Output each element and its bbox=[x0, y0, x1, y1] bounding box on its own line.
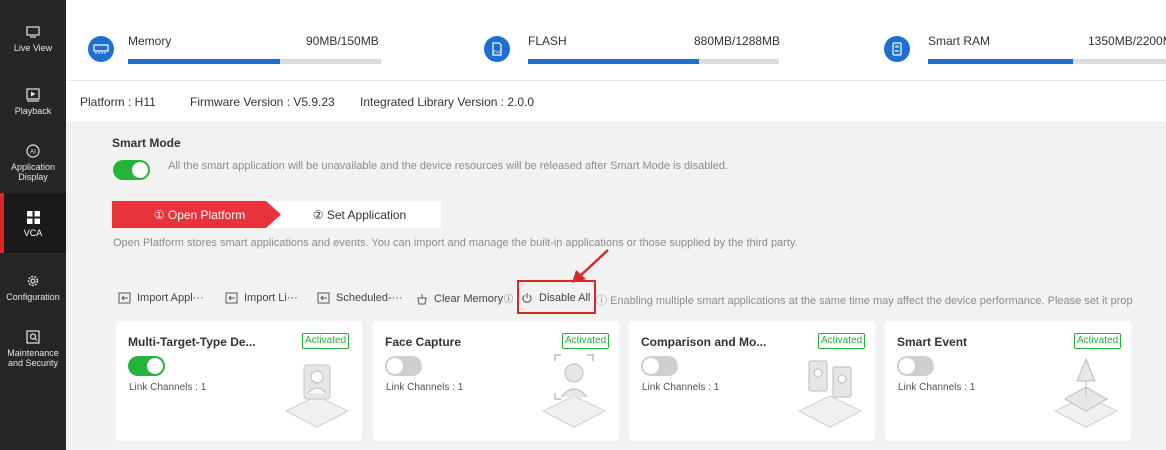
clear-memory-button[interactable]: Clear Memory ⓘ bbox=[416, 292, 513, 305]
vca-main-panel: Smart Mode All the smart application wil… bbox=[66, 122, 1166, 450]
broom-icon bbox=[417, 293, 427, 304]
library-info: Integrated Library Version : 2.0.0 bbox=[360, 95, 535, 109]
smart-ram-label: Smart RAM bbox=[928, 34, 991, 48]
firmware-info: Firmware Version : V5.9.23 bbox=[190, 95, 335, 109]
status-badge: Activated bbox=[562, 333, 610, 349]
platform-info: Platform : H11 bbox=[80, 95, 156, 109]
svg-text:AI: AI bbox=[30, 150, 36, 156]
scheduled-label: Scheduled-··· bbox=[336, 292, 403, 304]
link-channels: Link Channels : 1 bbox=[642, 382, 720, 393]
open-platform-description: Open Platform stores smart applications … bbox=[113, 237, 798, 249]
warning-text: Enabling multiple smart applications at … bbox=[610, 295, 1133, 307]
highlight-box bbox=[517, 280, 596, 314]
step-set-application[interactable]: ② Set Application bbox=[266, 201, 441, 228]
flash-usage-bar bbox=[528, 59, 779, 64]
info-icon: ⓘ bbox=[596, 295, 611, 307]
memory-label: Memory bbox=[128, 34, 172, 48]
nav-configuration[interactable]: Configuration bbox=[0, 273, 66, 302]
card-title: Face Capture bbox=[385, 335, 462, 349]
nav-live-view[interactable]: Live View bbox=[0, 24, 66, 53]
grid-icon bbox=[25, 209, 41, 225]
link-channels: Link Channels : 1 bbox=[129, 382, 207, 393]
card-title: Comparison and Mo... bbox=[641, 335, 767, 349]
smart-mode-title: Smart Mode bbox=[112, 136, 181, 150]
play-icon bbox=[25, 87, 41, 103]
smart-ram-resource: Smart RAM 1350MB/2200MB bbox=[884, 0, 1166, 80]
toggle-knob bbox=[899, 358, 915, 374]
clear-memory-label: Clear Memory bbox=[434, 292, 504, 305]
card-title: Multi-Target-Type De... bbox=[128, 335, 256, 349]
flash-icon: FLA bbox=[484, 36, 510, 62]
nav-label: VCA bbox=[23, 228, 43, 238]
ai-icon: AI bbox=[25, 143, 41, 159]
flash-value: 880MB/1288MB bbox=[694, 34, 781, 48]
nav-application-display[interactable]: AI Application Display bbox=[0, 143, 66, 182]
import-application-label: Import Appl··· bbox=[137, 292, 204, 304]
smart-event-illustration-icon bbox=[1053, 357, 1119, 428]
link-channels: Link Channels : 1 bbox=[898, 382, 976, 393]
status-badge: Activated bbox=[818, 333, 866, 349]
nav-playback[interactable]: Playback bbox=[0, 87, 66, 116]
smart-mode-description: All the smart application will be unavai… bbox=[168, 160, 729, 172]
info-icon: ⓘ bbox=[504, 294, 514, 304]
smart-mode-toggle[interactable] bbox=[113, 160, 150, 180]
nav-label: Maintenance and Security bbox=[7, 348, 59, 368]
step-open-platform[interactable]: ① Open Platform bbox=[112, 201, 287, 228]
status-badge: Activated bbox=[1074, 333, 1122, 349]
memory-value: 90MB/150MB bbox=[306, 34, 379, 48]
comparison-illustration-icon bbox=[797, 360, 863, 428]
import-icon bbox=[225, 292, 238, 304]
import-icon bbox=[317, 292, 330, 304]
status-badge: Activated bbox=[302, 333, 350, 349]
resource-header: Memory 90MB/150MB FLA FLASH 880MB/1288MB… bbox=[66, 0, 1166, 122]
flash-label: FLASH bbox=[528, 34, 567, 48]
multi-target-illustration-icon bbox=[284, 364, 350, 428]
nav-maintenance-security[interactable]: Maintenance and Security bbox=[0, 329, 66, 368]
nav-label: Playback bbox=[14, 106, 52, 116]
toggle-knob bbox=[147, 358, 163, 374]
link-channels: Link Channels : 1 bbox=[386, 382, 464, 393]
card-title: Smart Event bbox=[897, 335, 968, 349]
app-toggle[interactable] bbox=[641, 356, 678, 376]
memory-usage-bar bbox=[128, 59, 381, 64]
import-library-label: Import Li··· bbox=[244, 292, 298, 304]
toggle-knob bbox=[387, 358, 403, 374]
nav-label: Application Display bbox=[10, 162, 56, 182]
monitor-icon bbox=[25, 24, 41, 40]
nav-label: Configuration bbox=[6, 292, 60, 302]
smart-ram-icon bbox=[884, 36, 910, 62]
app-toggle[interactable] bbox=[897, 356, 934, 376]
sidebar: Live View Playback AI Application Displa… bbox=[0, 0, 66, 450]
svg-text:FLA: FLA bbox=[494, 50, 501, 54]
scheduled-button[interactable]: Scheduled-··· bbox=[317, 292, 403, 304]
shield-icon bbox=[25, 329, 41, 345]
smart-ram-value: 1350MB/2200MB bbox=[1088, 34, 1166, 48]
smart-ram-usage-bar bbox=[928, 59, 1166, 64]
import-icon bbox=[118, 292, 131, 304]
nav-vca[interactable]: VCA bbox=[0, 193, 66, 253]
memory-icon bbox=[88, 36, 114, 62]
toggle-knob bbox=[132, 162, 148, 178]
app-toggle[interactable] bbox=[385, 356, 422, 376]
import-application-button[interactable]: Import Appl··· bbox=[118, 292, 204, 304]
performance-warning: ⓘ Enabling multiple smart applications a… bbox=[596, 292, 1133, 308]
divider bbox=[66, 80, 1166, 81]
import-library-button[interactable]: Import Li··· bbox=[225, 292, 298, 304]
face-capture-illustration-icon bbox=[541, 354, 607, 428]
nav-label: Live View bbox=[13, 43, 53, 53]
memory-resource: Memory 90MB/150MB bbox=[88, 0, 388, 80]
app-card-face-capture[interactable]: Face Capture Activated Link Channels : 1 bbox=[373, 321, 619, 441]
toggle-knob bbox=[643, 358, 659, 374]
flash-resource: FLA FLASH 880MB/1288MB bbox=[484, 0, 784, 80]
app-card-multi-target[interactable]: Multi-Target-Type De... Activated Link C… bbox=[116, 321, 362, 441]
app-toggle[interactable] bbox=[128, 356, 165, 376]
app-card-comparison[interactable]: Comparison and Mo... Activated Link Chan… bbox=[629, 321, 875, 441]
gear-icon bbox=[25, 273, 41, 289]
app-card-smart-event[interactable]: Smart Event Activated Link Channels : 1 bbox=[885, 321, 1131, 441]
